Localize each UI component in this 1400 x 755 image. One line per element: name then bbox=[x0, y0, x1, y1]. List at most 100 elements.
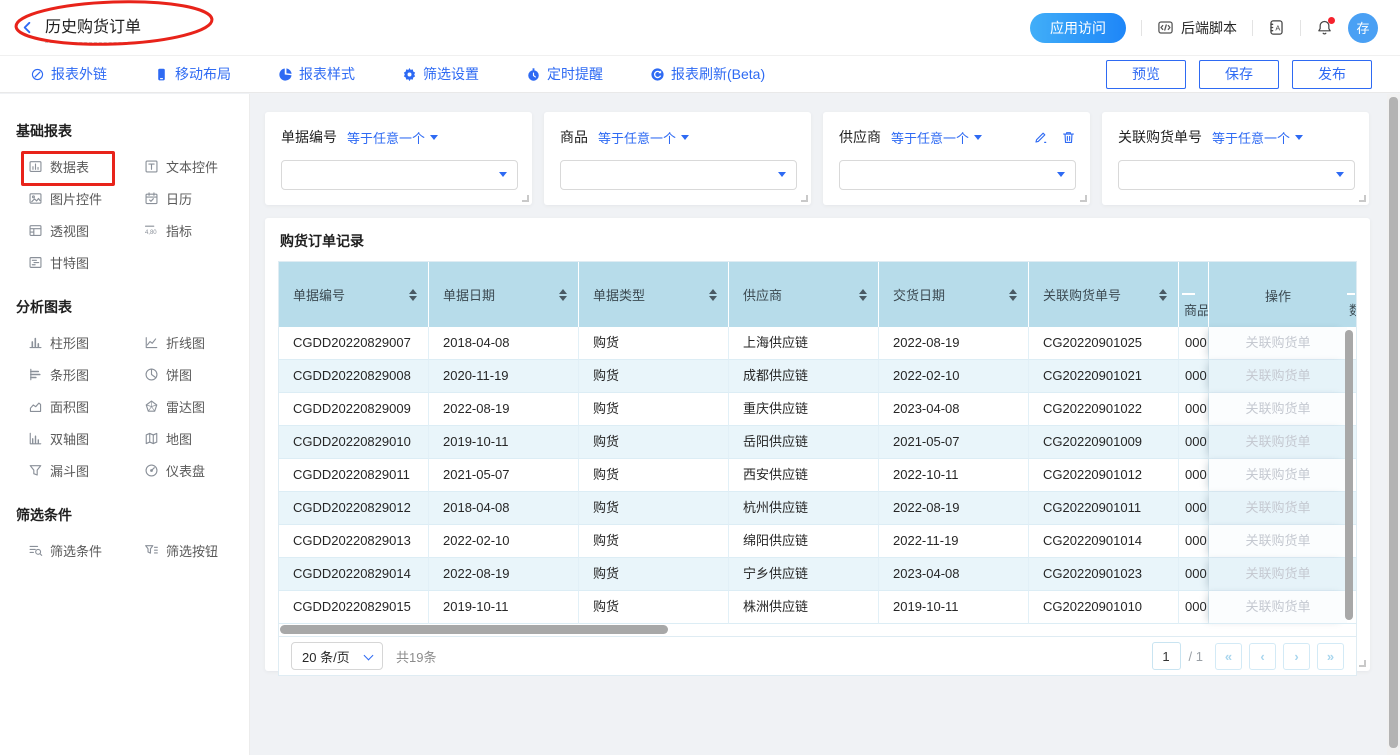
link-purchase-order-button[interactable]: 关联购货单 bbox=[1209, 459, 1347, 492]
horizontal-scroll-thumb[interactable] bbox=[280, 625, 668, 634]
delete-icon[interactable] bbox=[1061, 130, 1076, 145]
filter-card[interactable]: 商品 等于任意一个 bbox=[544, 112, 811, 205]
filter-condition-dropdown[interactable]: 等于任意一个 bbox=[1212, 128, 1303, 147]
table-row[interactable]: CGDD202208290122018-04-08购货杭州供应链2022-08-… bbox=[279, 492, 1356, 525]
filter-condition-dropdown[interactable]: 等于任意一个 bbox=[347, 128, 438, 147]
back-button[interactable] bbox=[20, 20, 35, 35]
resize-handle[interactable] bbox=[1359, 660, 1366, 667]
sidebar-item-label: 折线图 bbox=[166, 333, 205, 352]
filter-value-select[interactable] bbox=[839, 160, 1076, 190]
preview-button[interactable]: 预览 bbox=[1106, 60, 1186, 89]
sidebar-item[interactable]: 数据表 bbox=[28, 157, 144, 176]
last-page-icon[interactable]: » bbox=[1317, 643, 1344, 670]
page-scroll-thumb[interactable] bbox=[1389, 97, 1398, 748]
table-row[interactable]: CGDD202208290132022-02-10购货绵阳供应链2022-11-… bbox=[279, 525, 1356, 558]
sidebar-item[interactable]: 地图 bbox=[144, 429, 249, 448]
filter-card[interactable]: 关联购货单号 等于任意一个 bbox=[1102, 112, 1369, 205]
link-purchase-order-button[interactable]: 关联购货单 bbox=[1209, 393, 1347, 426]
resize-handle[interactable] bbox=[1359, 195, 1366, 202]
column-header[interactable]: 关联购货单号 bbox=[1029, 262, 1179, 327]
sidebar-item[interactable]: 双轴图 bbox=[28, 429, 144, 448]
sidebar-item[interactable]: 面积图 bbox=[28, 397, 144, 416]
table-cell: 2018-04-08 bbox=[429, 327, 579, 360]
column-header[interactable]: 交货日期 bbox=[879, 262, 1029, 327]
link-purchase-order-button[interactable]: 关联购货单 bbox=[1209, 525, 1347, 558]
column-header[interactable]: 供应商 bbox=[729, 262, 879, 327]
app-access-button[interactable]: 应用访问 bbox=[1030, 13, 1126, 43]
table-row[interactable]: CGDD202208290112021-05-07购货西安供应链2022-10-… bbox=[279, 459, 1356, 492]
sort-icon[interactable] bbox=[1009, 285, 1017, 305]
table-vertical-scrollbar[interactable] bbox=[1345, 330, 1353, 620]
sidebar-item[interactable]: 甘特图 bbox=[28, 253, 144, 272]
sidebar-item[interactable]: 仪表盘 bbox=[144, 461, 249, 480]
sidebar-item[interactable]: 雷达图 bbox=[144, 397, 249, 416]
sort-icon[interactable] bbox=[859, 285, 867, 305]
sidebar-item[interactable]: 透视图 bbox=[28, 221, 144, 240]
publish-button[interactable]: 发布 bbox=[1292, 60, 1372, 89]
next-page-icon[interactable]: › bbox=[1283, 643, 1310, 670]
sort-icon[interactable] bbox=[559, 285, 567, 305]
resize-handle[interactable] bbox=[801, 195, 808, 202]
toolbar-item-5[interactable]: 报表刷新(Beta) bbox=[650, 64, 765, 84]
table-row[interactable]: CGDD202208290092022-08-19购货重庆供应链2023-04-… bbox=[279, 393, 1356, 426]
filter-condition-dropdown[interactable]: 等于任意一个 bbox=[891, 128, 982, 147]
filter-condition-icon bbox=[28, 543, 43, 558]
filter-card[interactable]: 供应商 等于任意一个 bbox=[823, 112, 1090, 205]
report-card[interactable]: 购货订单记录 单据编号 单据日期 单据类型 供应商 交货日期 关联购货单号 商品… bbox=[265, 218, 1370, 671]
changelog-icon[interactable]: A bbox=[1268, 19, 1285, 36]
link-purchase-order-button[interactable]: 关联购货单 bbox=[1209, 360, 1347, 393]
sort-icon[interactable] bbox=[709, 285, 717, 305]
sort-icon[interactable] bbox=[409, 285, 417, 305]
link-purchase-order-button[interactable]: 关联购货单 bbox=[1209, 327, 1347, 360]
notification-bell-icon[interactable] bbox=[1316, 19, 1333, 36]
link-purchase-order-button[interactable]: 关联购货单 bbox=[1209, 591, 1347, 624]
save-button[interactable]: 保存 bbox=[1199, 60, 1279, 89]
sidebar-item[interactable]: 条形图 bbox=[28, 365, 144, 384]
filter-card[interactable]: 单据编号 等于任意一个 bbox=[265, 112, 532, 205]
toolbar-item-1[interactable]: 移动布局 bbox=[154, 64, 231, 84]
sidebar-item[interactable]: 筛选按钮 bbox=[144, 541, 249, 560]
table-row[interactable]: CGDD202208290102019-10-11购货岳阳供应链2021-05-… bbox=[279, 426, 1356, 459]
link-purchase-order-button[interactable]: 关联购货单 bbox=[1209, 426, 1347, 459]
link-purchase-order-button[interactable]: 关联购货单 bbox=[1209, 492, 1347, 525]
resize-handle[interactable] bbox=[522, 195, 529, 202]
table-row[interactable]: CGDD202208290142022-08-19购货宁乡供应链2023-04-… bbox=[279, 558, 1356, 591]
filter-value-select[interactable] bbox=[560, 160, 797, 190]
sidebar-item[interactable]: 漏斗图 bbox=[28, 461, 144, 480]
column-header[interactable]: 单据编号 bbox=[279, 262, 429, 327]
prev-page-icon[interactable]: ‹ bbox=[1249, 643, 1276, 670]
sidebar-item[interactable]: 文本控件 bbox=[144, 157, 249, 176]
sidebar-item[interactable]: 柱形图 bbox=[28, 333, 144, 352]
toolbar-item-4[interactable]: 定时提醒 bbox=[526, 64, 603, 84]
link-purchase-order-button[interactable]: 关联购货单 bbox=[1209, 558, 1347, 591]
toolbar-item-label: 移动布局 bbox=[175, 64, 231, 84]
sidebar-item[interactable]: 折线图 bbox=[144, 333, 249, 352]
widget-sidebar: 基础报表 数据表 文本控件 图片控件 日历 透视图 4,80 指标 甘特图 分析… bbox=[0, 94, 250, 755]
toolbar-item-3[interactable]: 筛选设置 bbox=[402, 64, 479, 84]
filter-condition-dropdown[interactable]: 等于任意一个 bbox=[598, 128, 689, 147]
sidebar-item[interactable]: 图片控件 bbox=[28, 189, 144, 208]
toolbar-item-2[interactable]: 报表样式 bbox=[278, 64, 355, 84]
table-row[interactable]: CGDD202208290152019-10-11购货株洲供应链2019-10-… bbox=[279, 591, 1356, 624]
resize-handle[interactable] bbox=[1080, 195, 1087, 202]
sort-icon[interactable] bbox=[1159, 285, 1167, 305]
sidebar-item[interactable]: 筛选条件 bbox=[28, 541, 144, 560]
sidebar-item[interactable]: 饼图 bbox=[144, 365, 249, 384]
column-header-truncated[interactable]: 商品 bbox=[1179, 262, 1209, 327]
avatar[interactable]: 存 bbox=[1348, 13, 1378, 43]
first-page-icon[interactable]: « bbox=[1215, 643, 1242, 670]
column-header[interactable]: 单据类型 bbox=[579, 262, 729, 327]
edit-icon[interactable] bbox=[1033, 130, 1048, 145]
toolbar-item-0[interactable]: 报表外链 bbox=[30, 64, 107, 84]
sidebar-item[interactable]: 4,80 指标 bbox=[144, 221, 249, 240]
table-row[interactable]: CGDD202208290082020-11-19购货成都供应链2022-02-… bbox=[279, 360, 1356, 393]
sidebar-item[interactable]: 日历 bbox=[144, 189, 249, 208]
column-header[interactable]: 单据日期 bbox=[429, 262, 579, 327]
filter-value-select[interactable] bbox=[281, 160, 518, 190]
filter-value-select[interactable] bbox=[1118, 160, 1355, 190]
table-row[interactable]: CGDD202208290072018-04-08购货上海供应链2022-08-… bbox=[279, 327, 1356, 360]
backend-script-button[interactable]: 后端脚本 bbox=[1157, 18, 1237, 38]
current-page-box[interactable]: 1 bbox=[1152, 642, 1181, 670]
data-table-icon bbox=[28, 159, 43, 174]
page-size-select[interactable]: 20 条/页 bbox=[291, 642, 383, 670]
